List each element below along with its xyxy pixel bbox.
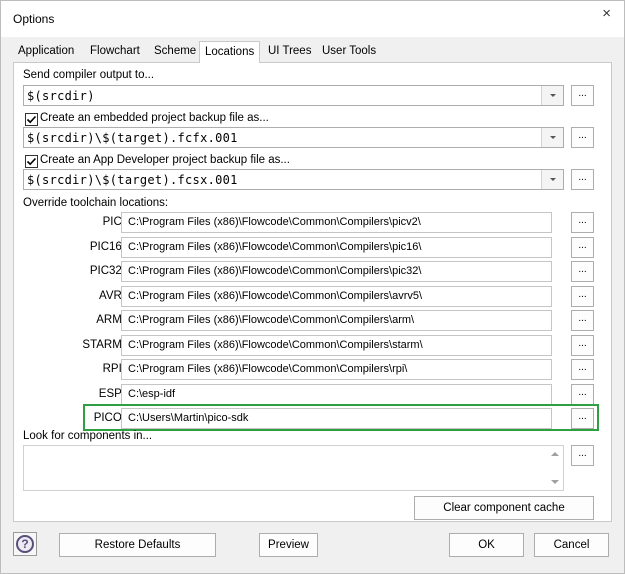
appdev-backup-combo[interactable]: $(srcdir)\$(target).fcsx.001 [23,169,564,190]
toolchain-browse-starm[interactable]: ... [571,335,594,356]
pico-highlight-box [83,404,599,431]
options-dialog: Options × Application Flowchart Scheme L… [0,0,625,574]
toolchain-path-pic[interactable]: C:\Program Files (x86)\Flowcode\Common\C… [121,212,552,233]
checkmark-icon [26,115,37,124]
embedded-backup-browse-button[interactable]: ... [571,127,594,148]
checkmark-icon [26,157,37,166]
components-textarea[interactable] [23,445,564,491]
output-value: $(srcdir) [27,89,95,103]
output-dropdown[interactable] [541,86,563,105]
toolchain-path-pic16[interactable]: C:\Program Files (x86)\Flowcode\Common\C… [121,237,552,258]
toolchain-path-arm[interactable]: C:\Program Files (x86)\Flowcode\Common\C… [121,310,552,331]
toolchain-label-rpi: RPI: [102,363,125,375]
toolchain-path-esp[interactable]: C:\esp-idf [121,384,552,405]
tab-user-tools[interactable]: User Tools [317,42,381,62]
toolchain-label-pic16: PIC16: [89,241,125,253]
clear-component-cache-button[interactable]: Clear component cache [414,496,594,520]
appdev-backup-label: Create an App Developer project backup f… [40,154,290,166]
tab-application[interactable]: Application [13,42,79,62]
toolchain-path-avr[interactable]: C:\Program Files (x86)\Flowcode\Common\C… [121,286,552,307]
toolchain-browse-arm[interactable]: ... [571,310,594,331]
toolchain-browse-esp[interactable]: ... [571,384,594,405]
tab-scheme[interactable]: Scheme [149,42,201,62]
toolchain-label-arm: ARM: [96,314,125,326]
output-label: Send compiler output to... [23,69,155,81]
components-browse-button[interactable]: ... [571,445,594,466]
toolchain-label-pic32: PIC32: [89,265,125,277]
toolchain-label-esp: ESP: [98,388,125,400]
appdev-backup-browse-button[interactable]: ... [571,169,594,190]
toolchain-browse-rpi[interactable]: ... [571,359,594,380]
chevron-down-icon [550,94,556,97]
tab-flowchart[interactable]: Flowchart [85,42,145,62]
dialog-title: Options [13,12,55,26]
toolchain-browse-pic[interactable]: ... [571,212,594,233]
title-bar: Options × [1,1,624,37]
toolchain-browse-pic32[interactable]: ... [571,261,594,282]
toolchain-heading: Override toolchain locations: [23,197,169,209]
chevron-down-icon [550,178,556,181]
appdev-backup-dropdown[interactable] [541,170,563,189]
toolchain-path-rpi[interactable]: C:\Program Files (x86)\Flowcode\Common\C… [121,359,552,380]
toolchain-label-pic: PIC: [102,216,125,228]
help-button[interactable]: ? [13,532,37,556]
appdev-backup-value: $(srcdir)\$(target).fcsx.001 [27,173,238,187]
toolchain-label-avr: AVR: [99,290,125,302]
embedded-backup-label: Create an embedded project backup file a… [40,112,269,124]
toolchain-path-starm[interactable]: C:\Program Files (x86)\Flowcode\Common\C… [121,335,552,356]
tab-ui-trees[interactable]: UI Trees [263,42,316,62]
toolchain-browse-pic16[interactable]: ... [571,237,594,258]
tab-locations[interactable]: Locations [199,41,261,63]
chevron-down-icon [550,136,556,139]
embedded-backup-value: $(srcdir)\$(target).fcfx.001 [27,131,238,145]
help-icon: ? [16,535,34,553]
components-scrollbar[interactable] [546,446,563,490]
preview-button[interactable]: Preview [259,533,318,557]
scroll-down-icon[interactable] [551,480,559,484]
embedded-backup-combo[interactable]: $(srcdir)\$(target).fcfx.001 [23,127,564,148]
toolchain-label-starm: STARM: [82,339,125,351]
components-label: Look for components in... [23,430,153,442]
close-icon[interactable]: × [602,5,611,22]
restore-defaults-button[interactable]: Restore Defaults [59,533,216,557]
output-browse-button[interactable]: ... [571,85,594,106]
toolchain-browse-avr[interactable]: ... [571,286,594,307]
toolchain-path-pic32[interactable]: C:\Program Files (x86)\Flowcode\Common\C… [121,261,552,282]
tab-strip: Application Flowchart Scheme Locations U… [13,41,613,63]
embedded-backup-checkbox[interactable] [25,113,38,126]
cancel-button[interactable]: Cancel [534,533,609,557]
scroll-up-icon[interactable] [551,452,559,456]
appdev-backup-checkbox[interactable] [25,155,38,168]
ok-button[interactable]: OK [449,533,524,557]
embedded-backup-dropdown[interactable] [541,128,563,147]
output-combo[interactable]: $(srcdir) [23,85,564,106]
